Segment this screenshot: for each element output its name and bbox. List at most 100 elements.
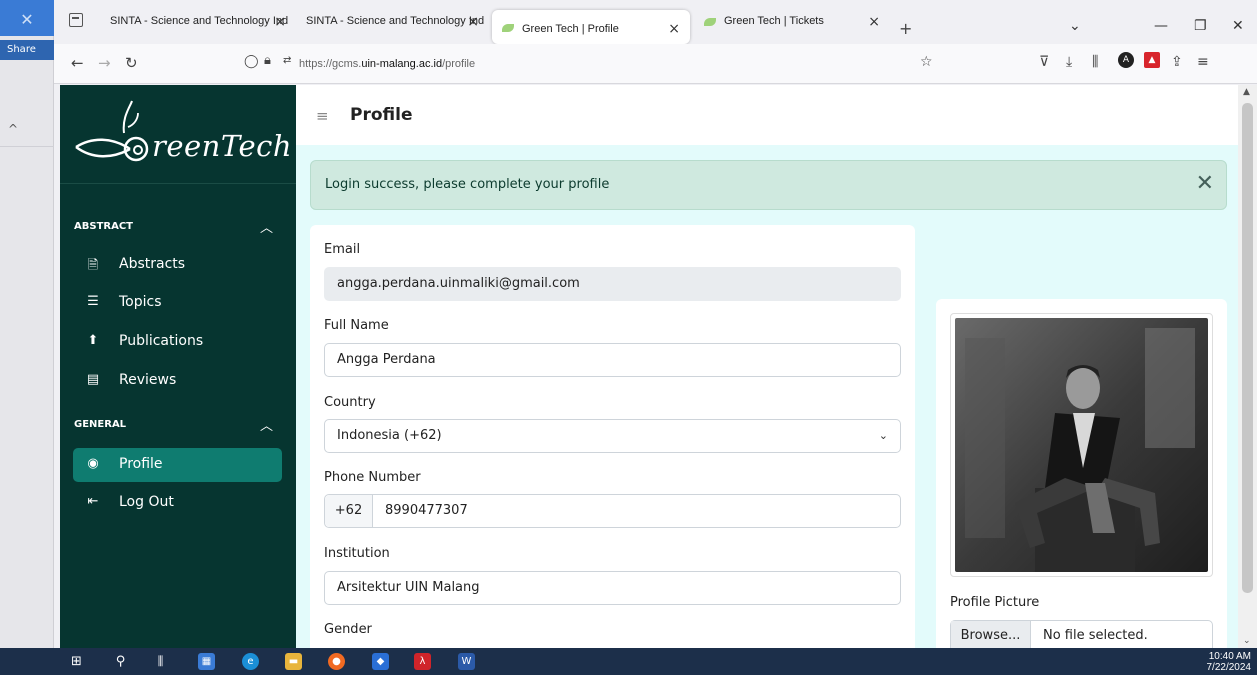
- tab-sinta-1[interactable]: SINTA - Science and Technology Ind ×: [100, 15, 296, 41]
- phone-value: 8990477307: [385, 503, 468, 518]
- restore-icon[interactable]: ❐: [1194, 18, 1207, 34]
- shield-icon[interactable]: ◯: [244, 54, 259, 69]
- sidebar-item-logout[interactable]: ⇤ Log Out: [73, 486, 282, 520]
- forward-icon[interactable]: →: [98, 54, 111, 72]
- browser-nav-bar: ← → ↻ ◯ 🔒︎ ⇄ https://gcms.uin-malang.ac.…: [54, 44, 1257, 84]
- chevron-down-icon: ⌄: [878, 429, 888, 442]
- user-circle-icon: ◉: [87, 456, 99, 471]
- browse-button[interactable]: Browse...: [951, 621, 1031, 648]
- list-icon: ☰: [87, 294, 99, 309]
- section-title-abstract: ABSTRACT: [74, 221, 133, 232]
- file-icon: 🗎︎: [87, 258, 99, 273]
- lock-icon[interactable]: 🔒︎: [264, 53, 271, 68]
- firefox-icon[interactable]: ●: [328, 653, 345, 670]
- scroll-down-icon[interactable]: ⌄: [1243, 636, 1251, 646]
- close-icon[interactable]: ✕: [0, 0, 54, 36]
- sidebar-item-abstracts[interactable]: 🗎︎ Abstracts: [73, 248, 282, 282]
- browser-tab-strip: SINTA - Science and Technology Ind × SIN…: [54, 0, 1257, 44]
- chevron-up-icon[interactable]: ^: [8, 122, 18, 136]
- profile-picture-card: Profile Picture Browse... No file select…: [936, 299, 1227, 648]
- acrobat-icon[interactable]: λ: [414, 653, 431, 670]
- leaf-favicon-icon: [502, 24, 514, 32]
- chevron-up-icon[interactable]: ︿: [260, 217, 273, 236]
- tab-list-icon[interactable]: [69, 13, 83, 27]
- address-bar[interactable]: ◯ 🔒︎ ⇄ https://gcms.uin-malang.ac.id/pro…: [244, 50, 944, 78]
- sidebar-item-reviews[interactable]: ▤ Reviews: [73, 364, 282, 398]
- new-tab-icon[interactable]: +: [899, 19, 912, 38]
- pocket-icon[interactable]: ⊽: [1039, 54, 1049, 70]
- sidebar-item-topics[interactable]: ☰ Topics: [73, 286, 282, 320]
- close-tab-icon[interactable]: ×: [668, 21, 680, 37]
- share-icon[interactable]: ⇪: [1171, 54, 1183, 70]
- bookmark-star-icon[interactable]: ☆: [920, 54, 933, 70]
- country-select[interactable]: Indonesia (+62) ⌄: [324, 419, 901, 453]
- phone-field[interactable]: +62 8990477307: [324, 494, 901, 528]
- search-icon[interactable]: ⚲: [112, 653, 129, 670]
- url-text: https://gcms.uin-malang.ac.id/profile: [299, 58, 475, 70]
- chevron-down-icon[interactable]: ⌄: [1069, 18, 1081, 34]
- windows-taskbar: ⊞ ⚲ ⫼ ▦ e ▬ ● ◆ λ W 10:40 AM 7/22/2024: [0, 648, 1257, 675]
- file-explorer-icon[interactable]: ▬: [285, 653, 302, 670]
- url-domain: uin-malang.ac.id: [361, 58, 443, 70]
- profile-picture-label: Profile Picture: [950, 595, 1040, 610]
- sidebar-item-profile[interactable]: ◉ Profile: [73, 448, 282, 482]
- back-icon[interactable]: ←: [71, 54, 84, 72]
- sidebar: reenTech ABSTRACT ︿ 🗎︎ Abstracts ☰ Topic…: [60, 85, 296, 648]
- close-tab-icon[interactable]: ×: [274, 15, 286, 30]
- sidebar-item-label: Profile: [119, 456, 163, 472]
- sidebar-item-label: Log Out: [119, 494, 174, 510]
- share-button[interactable]: Share: [0, 40, 54, 60]
- app-viewport: reenTech ABSTRACT ︿ 🗎︎ Abstracts ☰ Topic…: [60, 85, 1238, 648]
- upload-circle-icon: ⬆︎: [87, 333, 99, 348]
- sidebar-item-label: Reviews: [119, 372, 177, 388]
- download-icon[interactable]: ⤓: [1066, 54, 1072, 70]
- chevron-up-icon[interactable]: ︿: [260, 415, 273, 434]
- library-icon[interactable]: ⫼: [1092, 54, 1098, 70]
- task-view-icon[interactable]: ⫼: [152, 653, 169, 670]
- divider: [0, 146, 54, 147]
- menu-icon[interactable]: ≡: [1197, 54, 1209, 70]
- hamburger-icon[interactable]: ≡: [316, 107, 329, 125]
- close-window-icon[interactable]: ✕: [1232, 18, 1244, 34]
- leaf-favicon-icon: [704, 18, 716, 26]
- url-prefix: https://gcms.: [299, 58, 362, 70]
- close-tab-icon[interactable]: ×: [467, 15, 479, 30]
- profile-picture-file-input[interactable]: Browse... No file selected.: [950, 620, 1213, 648]
- scrollbar-thumb[interactable]: [1242, 103, 1253, 593]
- success-alert: Login success, please complete your prof…: [310, 160, 1227, 210]
- tab-sinta-2[interactable]: SINTA - Science and Technology Ind ×: [296, 15, 489, 41]
- fullname-field[interactable]: Angga Perdana: [324, 343, 901, 377]
- minimize-icon[interactable]: —: [1154, 18, 1168, 34]
- email-field[interactable]: angga.perdana.uinmaliki@gmail.com: [324, 267, 901, 301]
- reload-icon[interactable]: ↻: [125, 54, 138, 72]
- tab-green-tech-tickets[interactable]: Green Tech | Tickets ×: [694, 15, 890, 41]
- leaf-logo-icon: [75, 100, 149, 162]
- permissions-icon[interactable]: ⇄: [283, 55, 291, 66]
- url-path: /profile: [442, 58, 476, 70]
- edge-icon[interactable]: e: [242, 653, 259, 670]
- logout-icon: ⇤: [87, 494, 99, 509]
- institution-field[interactable]: Arsitektur UIN Malang: [324, 571, 901, 605]
- close-tab-icon[interactable]: ×: [868, 15, 880, 30]
- taskbar-clock[interactable]: 10:40 AM 7/22/2024: [1207, 651, 1252, 673]
- windows-start-icon[interactable]: ⊞: [68, 653, 85, 670]
- page-title: Profile: [350, 105, 413, 125]
- greentech-logo[interactable]: reenTech: [72, 97, 292, 177]
- scroll-up-icon[interactable]: ▲: [1243, 87, 1250, 97]
- sidebar-item-publications[interactable]: ⬆︎ Publications: [73, 325, 282, 359]
- page-scrollbar[interactable]: ▲ ⌄: [1238, 85, 1257, 648]
- sidebar-item-label: Publications: [119, 333, 204, 349]
- extension-icon[interactable]: A: [1118, 52, 1134, 68]
- word-icon[interactable]: W: [458, 653, 475, 670]
- chat-icon: ▤: [86, 372, 100, 387]
- extension-red-icon[interactable]: ▲: [1144, 52, 1160, 68]
- store-icon[interactable]: ▦: [198, 653, 215, 670]
- logo-text: reenTech: [152, 129, 293, 163]
- app-icon[interactable]: ◆: [372, 653, 389, 670]
- close-icon[interactable]: ✕: [1196, 171, 1214, 196]
- profile-photo: [950, 313, 1213, 577]
- page-header: ≡ Profile: [296, 85, 1238, 145]
- tab-green-tech-profile[interactable]: Green Tech | Profile ×: [492, 10, 690, 44]
- fullname-label: Full Name: [324, 318, 389, 333]
- profile-form-card: Email angga.perdana.uinmaliki@gmail.com …: [310, 225, 915, 648]
